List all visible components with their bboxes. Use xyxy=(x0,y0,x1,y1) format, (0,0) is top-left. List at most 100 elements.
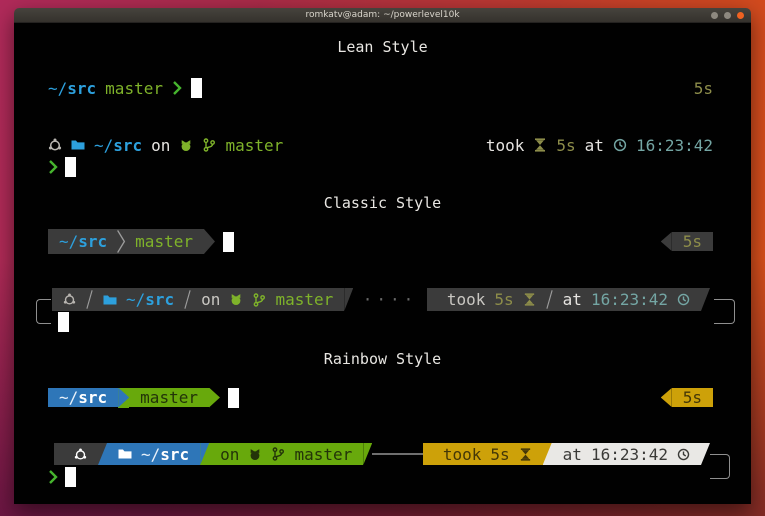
powerline-segment-os xyxy=(63,443,98,465)
classic-style-heading: Classic Style xyxy=(14,194,751,212)
powerline-segment-dir: ~/src xyxy=(107,443,200,465)
terminal-body[interactable]: Lean Style ~/src master 5s ~/src on xyxy=(14,23,751,504)
command-duration: 5s xyxy=(556,136,575,155)
prompt-frame-right xyxy=(710,454,730,479)
git-branch-icon xyxy=(252,293,266,307)
clock-icon xyxy=(613,138,627,152)
powerline-slant-icon xyxy=(543,443,552,465)
powerline-segment-dir: ~/src xyxy=(48,388,118,407)
command-duration: 5s xyxy=(490,445,509,464)
on-label: on xyxy=(151,136,170,155)
powerline-arrow-icon xyxy=(118,388,129,408)
cwd: ~/src xyxy=(59,388,107,407)
hourglass-icon xyxy=(519,448,532,461)
powerline-segment-right: 5s xyxy=(672,232,713,251)
powerline-slant-icon xyxy=(427,288,436,311)
git-branch-icon xyxy=(202,138,216,152)
powerline-segment-left: ~/src master xyxy=(48,229,204,254)
ubuntu-logo-icon xyxy=(74,448,87,461)
git-branch-icon xyxy=(271,447,285,461)
maximize-button[interactable] xyxy=(724,12,731,19)
segment-separator-icon xyxy=(85,289,94,310)
powerline-segment-right: took 5s at 16:23:42 xyxy=(436,288,701,311)
hourglass-icon xyxy=(523,293,536,306)
git-branch: master xyxy=(105,79,163,98)
powerline-arrow-icon xyxy=(661,232,672,251)
powerline-segment-duration: took 5s xyxy=(432,443,543,465)
powerline-slant-icon xyxy=(701,288,710,311)
ubuntu-logo-icon xyxy=(63,293,76,306)
at-label: at xyxy=(563,290,582,309)
powerline-slant-icon xyxy=(363,443,372,465)
github-octocat-icon xyxy=(229,293,243,306)
powerline-slant-icon xyxy=(701,443,710,465)
command-duration: 5s xyxy=(683,232,702,251)
github-octocat-icon xyxy=(179,139,193,152)
cwd: ~/src xyxy=(94,136,142,155)
took-label: took xyxy=(447,290,486,309)
powerline-segment-git: on master xyxy=(209,443,363,465)
on-label: on xyxy=(201,290,220,309)
command-duration: 5s xyxy=(683,388,702,407)
window-titlebar[interactable]: romkatv@adam: ~/powerlevel10k xyxy=(14,8,751,23)
lean-prompt-input-line xyxy=(48,156,713,178)
powerline-slant-icon xyxy=(200,443,209,465)
cwd: ~/src xyxy=(141,445,189,464)
rainbow-style-heading: Rainbow Style xyxy=(14,350,751,368)
minimize-button[interactable] xyxy=(711,12,718,19)
powerline-segment-left: ~/src on master xyxy=(52,288,344,311)
folder-icon xyxy=(118,448,132,460)
classic-prompt-full: ~/src on master ···· took 5s at 16:23:42 xyxy=(52,288,710,311)
segment-separator-icon xyxy=(116,229,126,254)
on-label: on xyxy=(220,445,239,464)
lean-prompt-short: ~/src master 5s xyxy=(48,77,713,99)
segment-separator-icon xyxy=(545,289,554,310)
segment-separator-icon xyxy=(183,289,192,310)
prompt-chevron-icon xyxy=(172,80,182,96)
folder-icon xyxy=(71,139,85,151)
lean-prompt-full: ~/src on master took 5s at 16:23:42 xyxy=(48,134,713,156)
powerline-segment-git: master xyxy=(129,388,209,407)
lean-style-heading: Lean Style xyxy=(14,38,751,56)
cwd: ~/src xyxy=(48,79,96,98)
current-time: 16:23:42 xyxy=(591,445,668,464)
cwd: ~/src xyxy=(59,232,107,251)
command-duration: 5s xyxy=(694,79,713,98)
powerline-slant-icon xyxy=(54,443,63,465)
hourglass-icon xyxy=(533,138,547,152)
at-label: at xyxy=(563,445,582,464)
git-branch: master xyxy=(135,232,193,251)
command-duration: 5s xyxy=(494,290,513,309)
folder-icon xyxy=(103,294,117,306)
terminal-window: romkatv@adam: ~/powerlevel10k Lean Style… xyxy=(14,8,751,504)
classic-prompt-short: ~/src master 5s xyxy=(48,229,713,254)
git-branch: master xyxy=(225,136,283,155)
git-branch: master xyxy=(294,445,352,464)
terminal-cursor xyxy=(223,232,234,252)
rainbow-prompt-short: ~/src master 5s xyxy=(48,385,713,410)
prompt-gap-line xyxy=(372,453,423,455)
rainbow-prompt-full: ~/src on master took 5s xyxy=(54,443,710,465)
took-label: took xyxy=(486,136,525,155)
powerline-slant-icon xyxy=(98,443,107,465)
terminal-cursor xyxy=(65,467,76,487)
git-branch: master xyxy=(275,290,333,309)
close-button[interactable] xyxy=(737,12,744,19)
terminal-cursor xyxy=(228,388,239,408)
prompt-chevron-icon xyxy=(48,469,58,485)
window-controls xyxy=(711,8,744,22)
prompt-gap-dots: ···· xyxy=(353,290,427,309)
clock-icon xyxy=(677,293,690,306)
current-time: 16:23:42 xyxy=(591,290,668,309)
powerline-segment-time: at 16:23:42 xyxy=(552,443,701,465)
prompt-chevron-icon xyxy=(48,159,58,175)
github-octocat-icon xyxy=(248,448,262,461)
clock-icon xyxy=(677,448,690,461)
git-branch: master xyxy=(140,388,198,407)
ubuntu-logo-icon xyxy=(48,138,62,152)
powerline-slant-icon xyxy=(423,443,432,465)
terminal-cursor xyxy=(58,312,69,332)
terminal-cursor xyxy=(191,78,202,98)
took-label: took xyxy=(443,445,482,464)
powerline-segment-duration: 5s xyxy=(672,388,713,407)
